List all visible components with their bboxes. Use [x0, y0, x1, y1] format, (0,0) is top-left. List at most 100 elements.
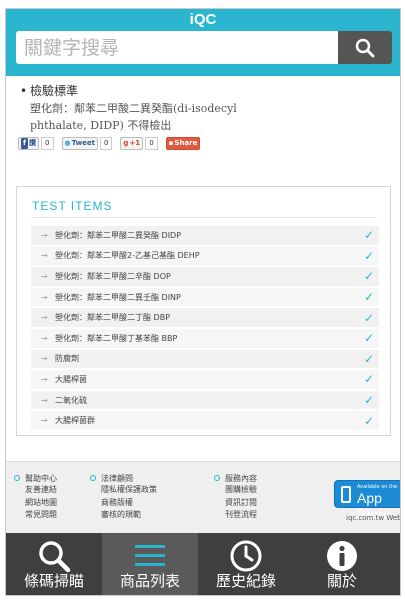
footer-link[interactable]: 隱私權保護政策	[90, 484, 157, 497]
arrow-right-icon: →	[41, 354, 48, 364]
bullet-icon: •	[20, 84, 28, 98]
gplus-label: +1	[129, 138, 141, 147]
header-bar: iQC	[6, 9, 400, 76]
test-item-row[interactable]: → 塑化劑：鄰苯二甲酸二異癸酯 DIDP ✓	[31, 226, 379, 247]
test-item-label: 大腸桿菌群	[55, 416, 95, 426]
footer-heading: 幫助中心	[25, 473, 57, 483]
standard-heading-text: 檢驗標準	[30, 84, 79, 98]
search-button[interactable]	[338, 31, 392, 64]
bottom-tab-bar: 條碼掃瞄 商品列表 歷史紀錄 關於	[6, 533, 400, 595]
test-items-panel: TEST ITEMS → 塑化劑：鄰苯二甲酸二異癸酯 DIDP ✓ → 塑化劑：鄰苯二甲…	[16, 186, 391, 436]
standard-body: 塑化劑：鄰苯二甲酸二異癸酯(di-isodecyl phthalate, DID…	[30, 102, 237, 132]
test-item-row[interactable]: → 塑化劑：鄰苯二甲酸二異壬酯 DINP ✓	[31, 287, 379, 309]
search-input[interactable]	[16, 31, 338, 64]
test-item-label: 塑化劑：鄰苯二甲酸丁基苯酯 BBP	[55, 333, 178, 343]
gplus-icon: g	[123, 138, 129, 147]
test-items-title: TEST ITEMS	[32, 199, 113, 213]
footer-link[interactable]: 刊登流程	[214, 509, 257, 522]
checkmark-icon: ✓	[363, 228, 375, 243]
checkmark-icon: ✓	[363, 269, 375, 284]
footer: 幫助中心 友善連結 網站地圖 常見問題 法律顧問 隱私權保護政策 商務版權 審核…	[6, 461, 400, 533]
footer-col-help: 幫助中心 友善連結 網站地圖 常見問題	[14, 472, 57, 522]
tab-history[interactable]: 歷史紀錄	[198, 533, 294, 595]
test-item-row[interactable]: → 大腸桿菌群 ✓	[31, 411, 379, 432]
arrow-right-icon: →	[41, 251, 48, 261]
share-icon: ▪	[168, 138, 174, 147]
test-item-row[interactable]: → 二氧化硫 ✓	[31, 390, 379, 412]
tab-label: 歷史紀錄	[215, 572, 276, 590]
tab-barcode-scan[interactable]: 條碼掃瞄	[6, 533, 102, 595]
test-items-list: → 塑化劑：鄰苯二甲酸二異癸酯 DIDP ✓ → 塑化劑：鄰苯二甲酸2-乙基己基酯 DE…	[31, 226, 379, 432]
test-item-label: 塑化劑：鄰苯二甲酸二異癸酯 DIDP	[55, 230, 182, 240]
tweet-count: 0	[99, 136, 113, 150]
test-item-label: 塑化劑：鄰苯二甲酸二異壬酯 DINP	[55, 292, 181, 302]
product-detail: • 檢驗標準 塑化劑：鄰苯二甲酸二異癸酯(di-isodecyl phthalat…	[6, 76, 400, 461]
checkmark-icon: ✓	[363, 413, 375, 428]
search-icon	[39, 541, 71, 573]
footer-link[interactable]: 團購檢驗	[214, 484, 257, 497]
arrow-right-icon: →	[41, 333, 48, 343]
test-item-label: 大腸桿菌	[55, 374, 87, 384]
test-item-label: 塑化劑：鄰苯二甲酸二辛酯 DOP	[55, 271, 171, 281]
footer-heading: 服務內容	[225, 473, 257, 483]
footer-heading: 法律顧問	[101, 473, 133, 483]
checkmark-icon: ✓	[363, 248, 375, 263]
checkmark-icon: ✓	[363, 372, 375, 387]
checkmark-icon: ✓	[363, 290, 375, 305]
arrow-right-icon: →	[41, 416, 48, 426]
test-item-row[interactable]: → 塑化劑：鄰苯二甲酸二丁酯 DBP ✓	[31, 308, 379, 329]
test-item-label: 二氧化硫	[55, 395, 87, 405]
twitter-icon: ●	[64, 138, 71, 147]
divider	[31, 217, 377, 218]
footer-link[interactable]: 網站地圖	[14, 497, 57, 510]
share-row: f 讚 0 ● Tweet 0 g +1 0 ▪ Share	[18, 136, 201, 150]
test-item-row[interactable]: → 塑化劑：鄰苯二甲酸二辛酯 DOP ✓	[31, 267, 379, 288]
test-item-label: 塑化劑：鄰苯二甲酸二丁酯 DBP	[55, 313, 171, 323]
facebook-icon: f	[21, 137, 29, 149]
footer-link[interactable]: 資訊訂閱	[214, 497, 257, 510]
arrow-right-icon: →	[41, 395, 48, 405]
info-icon	[327, 541, 357, 571]
checkmark-icon: ✓	[363, 393, 375, 408]
test-item-row[interactable]: → 塑化劑：鄰苯二甲酸丁基苯酯 BBP ✓	[31, 328, 379, 350]
arrow-right-icon: →	[41, 292, 48, 302]
tab-label: 關於	[326, 572, 357, 590]
checkmark-icon: ✓	[363, 310, 375, 325]
share-button[interactable]: ▪ Share	[165, 136, 201, 150]
tab-label: 條碼掃瞄	[23, 572, 84, 590]
test-item-label: 防腐劑	[55, 354, 79, 364]
web-version-link[interactable]: iqc.com.tw Web	[346, 514, 400, 522]
standard-heading: • 檢驗標準	[20, 82, 78, 99]
footer-col-legal: 法律顧問 隱私權保護政策 商務版權 審核的規範	[90, 472, 157, 522]
circle-bullet-icon	[90, 475, 96, 481]
circle-bullet-icon	[214, 475, 220, 481]
gplus-count: 0	[145, 136, 158, 150]
tab-product-list[interactable]: 商品列表	[102, 533, 198, 595]
app-store-badge[interactable]: Available on the App Store	[334, 480, 400, 522]
arrow-right-icon: →	[41, 271, 48, 281]
arrow-right-icon: →	[41, 230, 48, 240]
tab-label: 商品列表	[119, 572, 180, 590]
arrow-right-icon: →	[41, 374, 48, 384]
facebook-count: 0	[41, 136, 54, 150]
test-item-row[interactable]: → 防腐劑 ✓	[31, 349, 379, 371]
footer-link[interactable]: 友善連結	[14, 484, 57, 497]
clock-icon	[230, 540, 262, 572]
phone-icon	[341, 486, 351, 503]
tweet-button[interactable]: ● Tweet	[61, 136, 98, 150]
test-item-label: 塑化劑：鄰苯二甲酸2-乙基己基酯 DEHP	[55, 251, 200, 261]
search-icon	[355, 38, 375, 57]
tweet-label: Tweet	[71, 138, 95, 147]
list-icon	[135, 545, 165, 566]
circle-bullet-icon	[14, 475, 20, 481]
test-item-row[interactable]: → 塑化劑：鄰苯二甲酸2-乙基己基酯 DEHP ✓	[31, 246, 379, 268]
footer-link[interactable]: 常見問題	[14, 509, 57, 522]
arrow-right-icon: →	[41, 313, 48, 323]
gplus-button[interactable]: g +1	[120, 136, 144, 150]
facebook-like-button[interactable]: f 讚	[18, 136, 40, 150]
tab-about[interactable]: 關於	[294, 533, 390, 595]
test-item-row[interactable]: → 大腸桿菌 ✓	[31, 370, 379, 391]
footer-link[interactable]: 商務版權	[90, 497, 157, 510]
footer-link[interactable]: 審核的規範	[90, 509, 157, 522]
app-frame: iQC •檢驗標準 塑化劑：鄰苯二甲酸二異癸酯(di-isodecyl phth…	[5, 8, 401, 596]
